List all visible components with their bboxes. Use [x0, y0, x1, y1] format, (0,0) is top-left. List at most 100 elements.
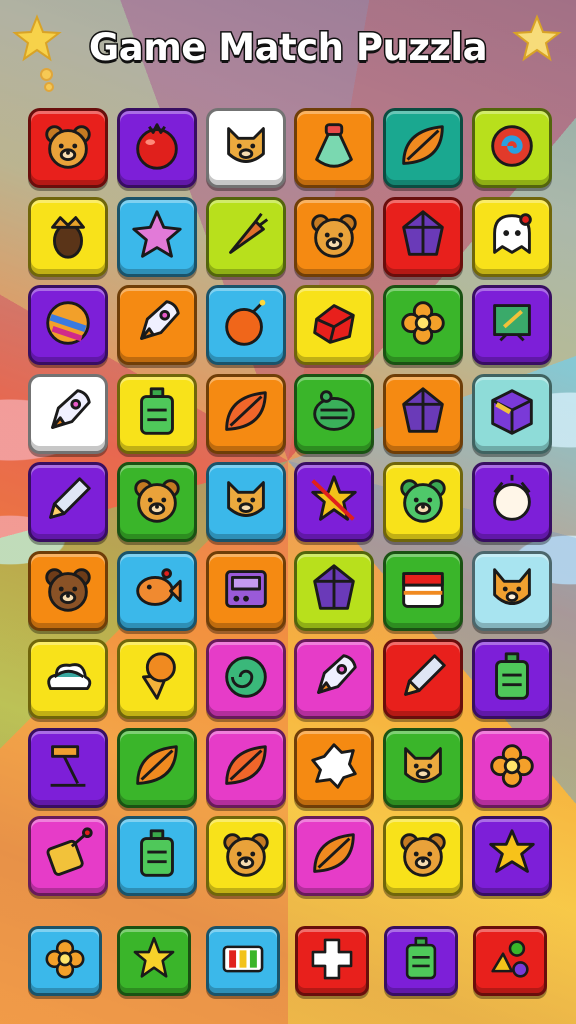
board-tile[interactable] — [205, 285, 286, 365]
hammer-icon — [39, 737, 97, 799]
board-tile[interactable] — [116, 108, 197, 188]
cube-icon — [483, 383, 541, 445]
star-icon — [128, 933, 180, 989]
potion-icon — [305, 117, 363, 179]
star-gem-icon — [128, 206, 186, 268]
battery-icon — [128, 383, 186, 445]
board-tile[interactable] — [472, 285, 552, 365]
board-tile[interactable] — [205, 550, 286, 631]
shell-icon — [305, 737, 363, 799]
crystal-icon — [394, 383, 452, 445]
board-tile[interactable] — [28, 639, 108, 719]
board-tile[interactable] — [294, 727, 375, 808]
board-tile[interactable] — [28, 462, 108, 542]
board-tile[interactable] — [116, 196, 197, 277]
board-tile[interactable] — [28, 108, 108, 188]
board-tile[interactable] — [116, 816, 197, 896]
board-tile[interactable] — [383, 108, 464, 188]
crystal-icon — [394, 206, 452, 268]
rocket-icon — [39, 383, 97, 445]
powerup-button[interactable] — [295, 926, 369, 996]
board-tile[interactable] — [472, 639, 552, 719]
powerup-button[interactable] — [28, 926, 102, 996]
board-tile[interactable] — [205, 462, 286, 542]
board-tile[interactable] — [294, 196, 375, 277]
leaf-icon — [128, 737, 186, 799]
board-tile[interactable] — [294, 639, 375, 719]
board-tile[interactable] — [116, 550, 197, 631]
otter-face-icon — [39, 560, 97, 622]
board-tile[interactable] — [116, 285, 197, 365]
battery-icon — [483, 648, 541, 710]
board-tile[interactable] — [472, 196, 552, 277]
board-tile[interactable] — [28, 373, 108, 454]
battery-icon — [128, 825, 186, 887]
board-tile[interactable] — [294, 462, 375, 542]
bear-face-icon — [128, 471, 186, 533]
stripes-icon — [217, 933, 269, 989]
bomb-icon — [217, 294, 275, 356]
bubble-dot — [40, 68, 53, 81]
star-icon — [512, 14, 562, 64]
board-tile[interactable] — [205, 639, 286, 719]
powerup-button[interactable] — [117, 926, 191, 996]
board-tile[interactable] — [116, 373, 197, 454]
board-tile[interactable] — [205, 373, 286, 454]
board-tile[interactable] — [205, 196, 286, 277]
board-tile[interactable] — [28, 285, 108, 365]
flower-icon — [39, 933, 91, 989]
page-title: Game Match Puzzla — [87, 25, 489, 71]
pearl-icon — [483, 471, 541, 533]
board-tile[interactable] — [383, 816, 464, 896]
powerup-button[interactable] — [384, 926, 458, 996]
board-tile[interactable] — [294, 550, 375, 631]
board-tile[interactable] — [205, 727, 286, 808]
guitar-icon — [39, 825, 97, 887]
board-tile[interactable] — [205, 816, 286, 896]
radio-icon — [217, 560, 275, 622]
frog-face-icon — [394, 471, 452, 533]
board-tile[interactable] — [28, 550, 108, 631]
board-tile[interactable] — [383, 196, 464, 277]
board-tile[interactable] — [472, 816, 552, 896]
board-tile[interactable] — [472, 550, 552, 631]
board-tile[interactable] — [294, 285, 375, 365]
board-tile[interactable] — [294, 108, 375, 188]
board-tile[interactable] — [28, 727, 108, 808]
board-tile[interactable] — [383, 373, 464, 454]
cat-face-icon — [217, 117, 275, 179]
rocket-icon — [128, 294, 186, 356]
powerup-button[interactable] — [206, 926, 280, 996]
shapes-icon — [484, 933, 536, 989]
board-tile[interactable] — [383, 285, 464, 365]
board-tile[interactable] — [383, 639, 464, 719]
board-tile[interactable] — [472, 108, 552, 188]
snail-icon — [217, 648, 275, 710]
plus-icon — [306, 933, 358, 989]
pencil-icon — [39, 471, 97, 533]
planet-icon — [39, 294, 97, 356]
board-tile[interactable] — [28, 816, 108, 896]
board-tile[interactable] — [116, 727, 197, 808]
cake-icon — [394, 560, 452, 622]
battery-icon — [395, 933, 447, 989]
board-tile[interactable] — [116, 639, 197, 719]
board-tile[interactable] — [472, 727, 552, 808]
board-tile[interactable] — [472, 373, 552, 454]
board-tile[interactable] — [205, 108, 286, 188]
board-tile[interactable] — [472, 462, 552, 542]
board-tile[interactable] — [383, 727, 464, 808]
fish-icon — [128, 560, 186, 622]
leaf-icon — [305, 825, 363, 887]
leaf-icon — [394, 117, 452, 179]
board-tile[interactable] — [294, 373, 375, 454]
carrot-icon — [217, 206, 275, 268]
powerup-button[interactable] — [473, 926, 547, 996]
board-tile[interactable] — [28, 196, 108, 277]
board-tile[interactable] — [294, 816, 375, 896]
board-tile[interactable] — [116, 462, 197, 542]
board-tile[interactable] — [383, 462, 464, 542]
ghost-icon — [483, 206, 541, 268]
board-tile[interactable] — [383, 550, 464, 631]
easel-icon — [483, 294, 541, 356]
